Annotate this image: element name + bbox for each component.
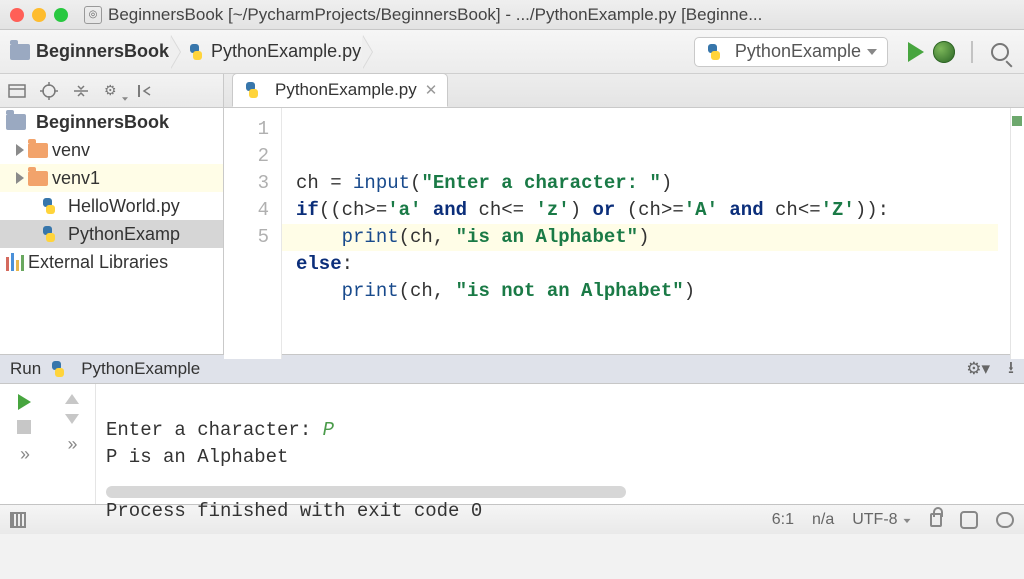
breadcrumb-project-label: BeginnersBook [36,41,169,62]
line-number-gutter: 1 2 3 4 5 [224,108,282,359]
search-icon [991,43,1009,61]
expand-arrow-icon[interactable] [16,144,24,156]
maximize-window-icon[interactable] [54,8,68,22]
stop-button[interactable] [17,420,31,434]
breadcrumb-file[interactable]: PythonExample.py [187,41,361,62]
inspector-icon[interactable] [960,511,978,529]
file-encoding[interactable]: UTF-8 [852,511,912,529]
more-icon[interactable]: ›› [20,444,28,465]
feedback-icon[interactable] [996,512,1014,528]
line-number: 2 [224,143,269,170]
breadcrumb-separator-icon [363,35,377,69]
run-panel: ›› ›› Enter a character: P P is an Alpha… [0,384,1024,504]
editor-tab-bar: PythonExample.py ✕ [224,74,1024,107]
tree-project-root[interactable]: BeginnersBook [0,108,223,136]
python-file-icon [705,43,723,61]
folder-icon [6,114,26,130]
tree-item-label: PythonExamp [68,224,180,245]
python-file-icon [40,197,58,215]
close-tab-icon[interactable]: ✕ [425,81,438,99]
code-editor[interactable]: 1 2 3 4 5 ch = input("Enter a character:… [224,108,1024,354]
run-controls-col1: ›› [0,384,48,504]
libraries-icon [6,253,24,271]
more-icon[interactable]: ›› [68,434,76,455]
arrow-up-icon [65,394,79,404]
tree-project-label: BeginnersBook [36,112,169,133]
hide-tool-icon[interactable] [136,82,154,100]
readonly-lock-icon[interactable] [930,513,942,527]
tree-folder[interactable]: venv1 [0,164,223,192]
tree-file-selected[interactable]: PythonExamp [0,220,223,248]
rerun-button[interactable] [18,394,31,410]
collapse-icon[interactable] [72,82,90,100]
expand-arrow-icon[interactable] [16,172,24,184]
horizontal-scrollbar[interactable] [106,486,626,498]
minimize-window-icon[interactable] [32,8,46,22]
debug-button[interactable] [930,41,958,63]
project-toolbar: ⚙ [0,74,224,107]
stop-icon [17,420,31,434]
line-number: 4 [224,197,269,224]
line-number: 1 [224,116,269,143]
search-button[interactable] [986,43,1014,61]
folder-icon [28,143,48,158]
project-tree[interactable]: BeginnersBook venv venv1 HelloWorld.py P… [0,108,224,354]
toolbar-divider [958,41,986,63]
editor-right-gutter [1010,108,1024,359]
arrow-down-icon [65,414,79,424]
breadcrumb-file-label: PythonExample.py [211,41,361,62]
play-icon [18,394,31,410]
run-panel-title-prefix: Run [10,359,41,379]
tool-window-icon[interactable] [10,512,26,528]
python-file-icon [49,360,67,378]
tree-item-label: HelloWorld.py [68,196,180,217]
play-icon [908,42,924,62]
tree-external-libraries[interactable]: External Libraries [0,248,223,276]
line-number: 3 [224,170,269,197]
run-console[interactable]: Enter a character: P P is an Alphabet Pr… [96,384,1024,504]
breadcrumb-project[interactable]: BeginnersBook [10,41,169,62]
scroll-down-button[interactable] [65,414,79,424]
tree-item-label: venv [52,140,90,161]
run-config-selector[interactable]: PythonExample [694,37,888,67]
python-file-icon [187,43,205,61]
settings-gear-icon[interactable]: ⚙ [104,82,122,100]
title-bar: ◎ BeginnersBook [~/PycharmProjects/Begin… [0,0,1024,30]
target-icon[interactable] [40,82,58,100]
python-file-icon [40,225,58,243]
folder-icon [10,44,30,60]
run-panel-title-name: PythonExample [81,359,200,379]
code-content[interactable]: ch = input("Enter a character: ") if((ch… [282,108,1010,359]
line-separator[interactable]: n/a [812,511,834,529]
window-title: BeginnersBook [~/PycharmProjects/Beginne… [108,5,1024,25]
cursor-position: 6:1 [772,511,794,529]
tree-item-label: venv1 [52,168,100,189]
inspection-ok-icon [1012,116,1022,126]
scroll-up-button[interactable] [65,394,79,404]
chevron-down-icon [867,49,877,55]
project-view-icon[interactable] [8,82,26,100]
run-settings-icon[interactable]: ⚙▾ [966,359,990,379]
run-config-label: PythonExample [735,41,861,62]
app-logo-icon: ◎ [84,6,102,24]
tree-file[interactable]: HelloWorld.py [0,192,223,220]
tree-item-label: External Libraries [28,252,168,273]
run-controls-col2: ›› [48,384,96,504]
bug-icon [933,41,955,63]
editor-tab[interactable]: PythonExample.py ✕ [232,73,448,107]
editor-tab-label: PythonExample.py [275,80,417,100]
tree-folder[interactable]: venv [0,136,223,164]
line-number: 5 [224,224,269,251]
close-window-icon[interactable] [10,8,24,22]
navigation-bar: BeginnersBook PythonExample.py PythonExa… [0,30,1024,74]
run-button[interactable] [902,42,930,62]
python-file-icon [243,81,261,99]
folder-icon [28,171,48,186]
breadcrumb-separator-icon [171,35,185,69]
